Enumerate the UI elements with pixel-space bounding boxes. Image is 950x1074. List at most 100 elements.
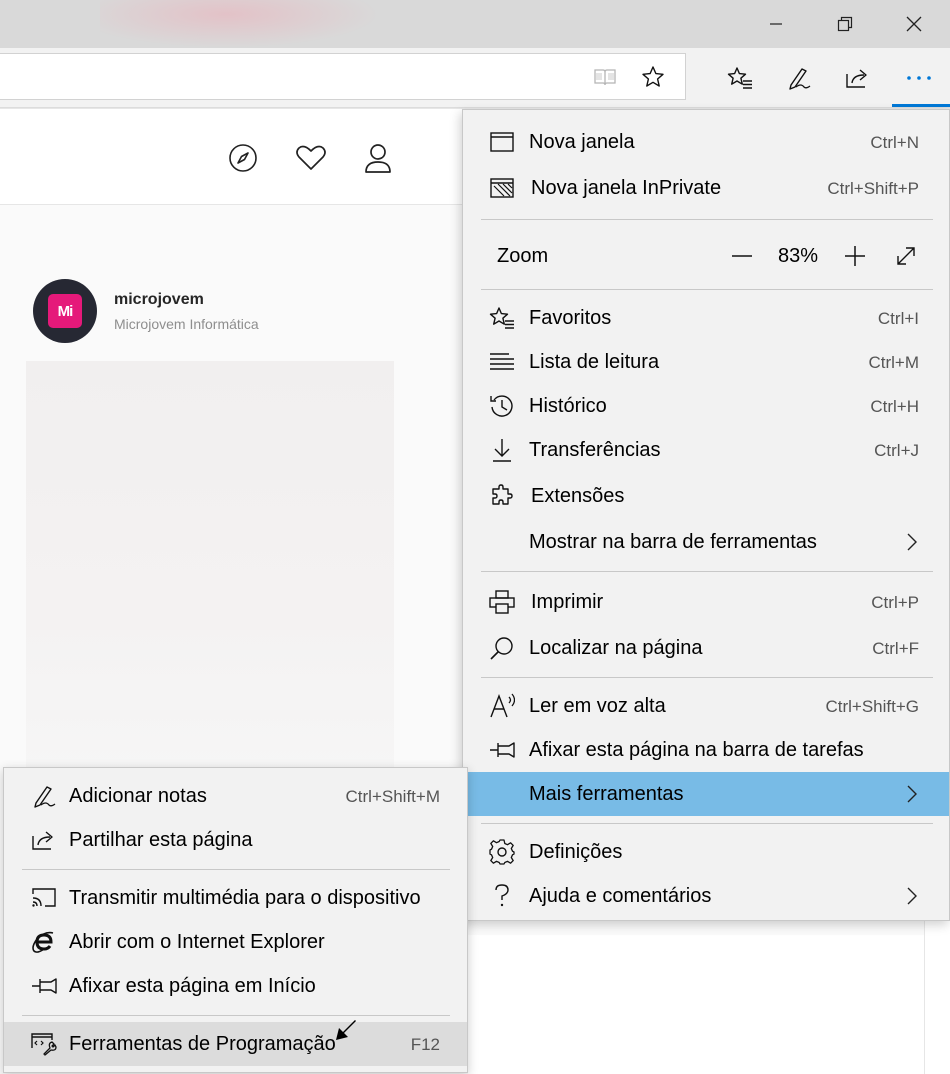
settings-icon: [489, 839, 515, 865]
menu-item-label: Mais ferramentas: [529, 783, 684, 805]
settings-menu: Nova janela Ctrl+N Nova janela InPrivate…: [462, 109, 950, 921]
menu-item-read-aloud[interactable]: Ler em voz alta Ctrl+Shift+G: [463, 684, 949, 728]
menu-item-downloads[interactable]: Transferências Ctrl+J: [463, 428, 949, 472]
explore-button[interactable]: [221, 136, 265, 180]
menu-item-extensions[interactable]: Extensões: [463, 474, 949, 518]
menu-item-favorites[interactable]: Favoritos Ctrl+I: [463, 296, 949, 340]
menu-separator: [481, 219, 933, 220]
address-bar[interactable]: [0, 53, 686, 100]
more-tools-submenu: Adicionar notas Ctrl+Shift+M Partilhar e…: [3, 767, 468, 1073]
menu-item-label: Nova janela InPrivate: [531, 177, 722, 199]
find-icon: [489, 635, 515, 661]
restore-icon: [837, 16, 853, 32]
zoom-in-button[interactable]: [837, 238, 873, 274]
submenu-item-open-internet-explorer[interactable]: Abrir com o Internet Explorer: [4, 920, 467, 964]
favorites-icon: [489, 305, 515, 331]
menu-item-show-in-toolbar[interactable]: Mostrar na barra de ferramentas: [463, 520, 949, 564]
menu-item-shortcut: Ctrl+H: [870, 397, 919, 416]
menu-item-history[interactable]: Histórico Ctrl+H: [463, 384, 949, 428]
menu-separator: [481, 289, 933, 290]
internet-explorer-icon: [31, 929, 57, 955]
share-button[interactable]: [836, 56, 880, 100]
favorites-hub-icon: [727, 66, 753, 90]
heart-icon: [295, 144, 327, 172]
menu-item-label: Extensões: [531, 485, 625, 507]
help-icon: [489, 883, 515, 909]
pin-icon: [489, 737, 515, 763]
reading-view-button[interactable]: [583, 55, 627, 99]
page-content-area: [468, 935, 924, 1074]
window-icon: [489, 129, 515, 155]
compass-icon: [228, 143, 258, 173]
submenu-item-share-page[interactable]: Partilhar esta página: [4, 818, 467, 862]
menu-item-label: Transferências: [529, 439, 661, 461]
submenu-separator: [22, 869, 450, 870]
reading-view-icon: [593, 67, 617, 87]
submenu-item-cast-media[interactable]: Transmitir multimédia para o dispositivo: [4, 876, 467, 920]
submenu-item-label: Partilhar esta página: [69, 829, 253, 851]
menu-item-label: Definições: [529, 841, 623, 863]
menu-item-help-feedback[interactable]: Ajuda e comentários: [463, 874, 949, 918]
menu-item-label: Favoritos: [529, 307, 612, 329]
share-icon: [845, 66, 871, 90]
print-icon: [489, 589, 515, 615]
menu-separator: [481, 823, 933, 824]
menu-item-more-tools[interactable]: Mais ferramentas: [463, 772, 949, 816]
notes-pen-icon: [31, 783, 57, 809]
more-button[interactable]: [897, 56, 941, 100]
notes-button[interactable]: [777, 56, 821, 100]
submenu-item-pin-start[interactable]: Afixar esta página em Início: [4, 964, 467, 1008]
menu-item-label: Mostrar na barra de ferramentas: [529, 531, 817, 553]
menu-item-print[interactable]: Imprimir Ctrl+P: [463, 580, 949, 624]
history-icon: [489, 393, 515, 419]
submenu-item-label: Abrir com o Internet Explorer: [69, 931, 325, 953]
menu-item-label: Imprimir: [531, 591, 604, 613]
restore-button[interactable]: [811, 0, 879, 48]
menu-item-label: Ajuda e comentários: [529, 885, 712, 907]
chevron-right-icon: [903, 886, 921, 906]
read-aloud-icon: [489, 693, 515, 719]
menu-item-new-inprivate-window[interactable]: Nova janela InPrivate Ctrl+Shift+P: [463, 166, 949, 210]
page-header: [0, 109, 462, 205]
post-image: [26, 361, 394, 781]
inprivate-icon: [489, 175, 515, 201]
menu-item-label: Histórico: [529, 395, 607, 417]
menu-item-label: Nova janela: [529, 131, 635, 153]
favorites-hub-button[interactable]: [718, 56, 762, 100]
menu-item-new-window[interactable]: Nova janela Ctrl+N: [463, 120, 949, 164]
menu-item-find-on-page[interactable]: Localizar na página Ctrl+F: [463, 626, 949, 670]
notes-pen-icon: [786, 65, 812, 91]
zoom-out-icon: [731, 254, 753, 258]
menu-item-shortcut: Ctrl+N: [870, 133, 919, 152]
share-icon: [31, 827, 57, 853]
fullscreen-button[interactable]: [888, 238, 924, 274]
menu-item-shortcut: Ctrl+J: [874, 441, 919, 460]
close-button[interactable]: [880, 0, 948, 48]
submenu-item-add-notes[interactable]: Adicionar notas Ctrl+Shift+M: [4, 774, 467, 818]
close-icon: [906, 16, 922, 32]
menu-item-settings[interactable]: Definições: [463, 830, 949, 874]
minimize-button[interactable]: [742, 0, 810, 48]
menu-item-pin-taskbar[interactable]: Afixar esta página na barra de tarefas: [463, 728, 949, 772]
menu-item-shortcut: Ctrl+M: [868, 353, 919, 372]
avatar[interactable]: Mi: [33, 279, 97, 343]
activity-button[interactable]: [289, 136, 333, 180]
tab-glow: [100, 0, 380, 48]
extensions-icon: [489, 483, 515, 509]
submenu-item-shortcut: Ctrl+Shift+M: [345, 787, 440, 806]
title-bar: [0, 0, 950, 48]
developer-tools-icon: [31, 1031, 57, 1057]
browser-toolbar: [0, 48, 950, 108]
download-icon: [489, 437, 515, 463]
pointer-arrow-icon: [334, 1018, 360, 1044]
profile-name[interactable]: microjovem: [114, 291, 204, 309]
add-favorite-button[interactable]: [631, 55, 675, 99]
submenu-item-shortcut: F12: [410, 1035, 440, 1054]
menu-item-label: Localizar na página: [529, 637, 703, 659]
submenu-item-developer-tools[interactable]: Ferramentas de Programação F12: [4, 1022, 467, 1066]
chevron-right-icon: [903, 532, 921, 552]
profile-button[interactable]: [356, 136, 400, 180]
profile-subtitle: Microjovem Informática: [114, 316, 259, 332]
zoom-out-button[interactable]: [724, 238, 760, 274]
menu-item-reading-list[interactable]: Lista de leitura Ctrl+M: [463, 340, 949, 384]
